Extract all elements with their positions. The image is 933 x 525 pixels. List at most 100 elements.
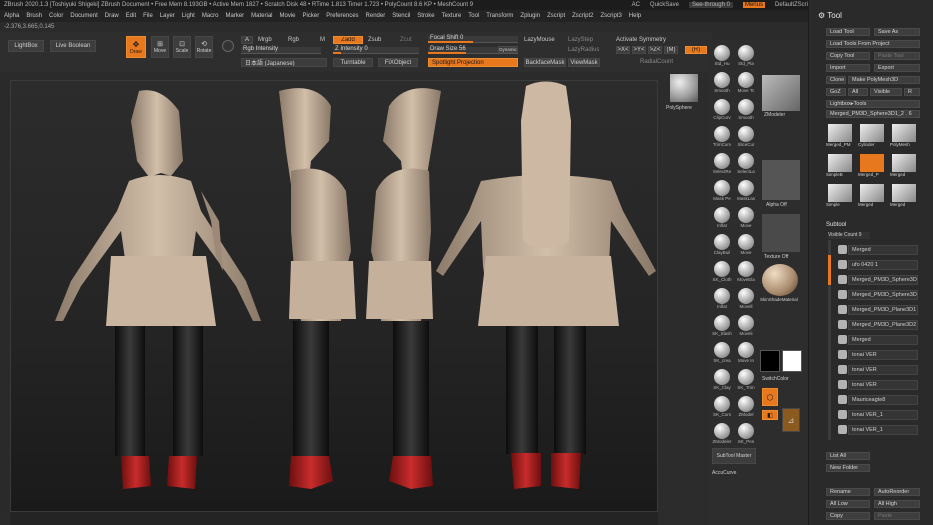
- menu-stroke[interactable]: Stroke: [417, 13, 434, 19]
- brush-slot[interactable]: Std_Hu: [712, 45, 732, 71]
- subtool-thumbnail-icon[interactable]: [838, 260, 847, 269]
- menu-macro[interactable]: Macro: [202, 13, 219, 19]
- tool-thumbnail[interactable]: PolyMesh: [890, 124, 918, 150]
- symmetry-z-toggle[interactable]: >Z<: [648, 46, 662, 54]
- brush-slot[interactable]: SliceCur: [736, 126, 756, 152]
- draw-mode-button[interactable]: ✥ Draw: [126, 36, 146, 58]
- current-tool-slider[interactable]: Merged_PM3D_Sphere3D1_2 . 6: [826, 110, 920, 118]
- tool-thumbnail[interactable]: Merged_PM: [826, 124, 854, 150]
- lazymouse-toggle[interactable]: LazyMouse: [524, 37, 555, 43]
- menu-help[interactable]: Help: [629, 13, 641, 19]
- viewmask-button[interactable]: ViewMask: [568, 58, 600, 67]
- lazyradius-slider[interactable]: LazyRadius: [568, 47, 599, 53]
- tool-thumbnail[interactable]: Merged: [890, 154, 918, 180]
- menu-alpha[interactable]: Alpha: [4, 13, 19, 19]
- m-toggle[interactable]: M: [320, 37, 325, 43]
- menu-document[interactable]: Document: [70, 13, 97, 19]
- canvas-viewport[interactable]: [10, 80, 658, 512]
- focal-shift-slider[interactable]: Focal Shift 0: [428, 35, 518, 43]
- symmetry-m-toggle[interactable]: (M): [664, 46, 678, 54]
- subtool-thumbnail-icon[interactable]: [838, 290, 847, 299]
- subtool-thumbnail-icon[interactable]: [838, 365, 847, 374]
- scale-mode-button[interactable]: ⊡ Scale: [173, 36, 191, 58]
- brush-slot[interactable]: SK_Slash: [712, 315, 732, 341]
- brush-slot[interactable]: SK_crea: [712, 342, 732, 368]
- rotate-mode-button[interactable]: ⟲ Rotate: [195, 36, 213, 58]
- menu-preferences[interactable]: Preferences: [326, 13, 358, 19]
- autoreorder-button[interactable]: AutoReorder: [874, 488, 920, 496]
- subtool-thumbnail-icon[interactable]: [838, 275, 847, 284]
- a-toggle[interactable]: A: [241, 36, 253, 44]
- brush-slot[interactable]: Mask Pe: [712, 180, 732, 206]
- quicksave-button[interactable]: QuickSave: [650, 2, 679, 8]
- menu-material[interactable]: Material: [251, 13, 272, 19]
- rgb-intensity-slider[interactable]: Rgb Intensity: [241, 46, 321, 54]
- subtool-item[interactable]: Merged_PM3D_Sphere3D4: [848, 275, 918, 285]
- copy-subtool-button[interactable]: Copy: [826, 512, 870, 520]
- menu-light[interactable]: Light: [182, 13, 195, 19]
- symmetry-y-toggle[interactable]: >Y<: [632, 46, 646, 54]
- brush-slot[interactable]: SK_Clay: [712, 369, 732, 395]
- menu-layer[interactable]: Layer: [160, 13, 175, 19]
- symmetry-x-toggle[interactable]: >X<: [616, 46, 630, 54]
- goz-all-button[interactable]: All: [848, 88, 868, 96]
- clone-button[interactable]: Clone: [826, 76, 846, 84]
- brush-slot[interactable]: ZModel: [736, 396, 756, 422]
- subtool-section-header[interactable]: Subtool: [826, 222, 846, 228]
- export-button[interactable]: Export: [874, 64, 920, 72]
- zadd-button[interactable]: Zadd: [333, 36, 363, 44]
- radial-r-toggle[interactable]: (R): [685, 46, 707, 54]
- menu-picker[interactable]: Picker: [303, 13, 320, 19]
- save-as-button[interactable]: Save As: [874, 28, 920, 36]
- import-button[interactable]: Import: [826, 64, 870, 72]
- new-folder-button[interactable]: New Folder: [826, 464, 870, 472]
- subtool-item[interactable]: tonai VER: [848, 350, 918, 360]
- qcrs-button[interactable]: ◧: [762, 410, 778, 420]
- subtool-item[interactable]: tonai VER_1: [848, 425, 918, 435]
- brush-slot[interactable]: SK_Cloth: [712, 261, 732, 287]
- floor-button[interactable]: ⊿: [782, 408, 800, 432]
- zmodeler-thumbnail[interactable]: [762, 75, 800, 111]
- make-polymesh3d-button[interactable]: Make PolyMesh3D: [848, 76, 920, 84]
- rgb-toggle[interactable]: Rgb: [288, 37, 299, 43]
- paste-subtool-button[interactable]: Paste: [874, 512, 920, 520]
- menu-draw[interactable]: Draw: [105, 13, 119, 19]
- brush-slot[interactable]: SK_Curs: [712, 396, 732, 422]
- menu-brush[interactable]: Brush: [26, 13, 42, 19]
- subtool-item[interactable]: Merged_PM3D_Sphere3D1: [848, 290, 918, 300]
- subtool-scrollbar-thumb[interactable]: [828, 255, 831, 285]
- brush-slot[interactable]: Smooth: [712, 72, 732, 98]
- move-mode-button[interactable]: ⊞ Move: [151, 36, 169, 58]
- lightbox-tools-button[interactable]: Lightbox▸Tools: [826, 100, 920, 108]
- backface-mask-button[interactable]: BackfaceMask: [524, 58, 566, 67]
- brush-slot[interactable]: ClayBuil: [712, 234, 732, 260]
- brush-slot[interactable]: ClipCurv: [712, 99, 732, 125]
- brush-slot[interactable]: SelectLa: [736, 153, 756, 179]
- tool-thumbnail[interactable]: Merged_P: [858, 154, 886, 180]
- polysphere-thumbnail[interactable]: [670, 74, 698, 102]
- brush-slot[interactable]: Move: [736, 207, 756, 233]
- goz-visible-button[interactable]: Visible: [870, 88, 902, 96]
- subtool-item[interactable]: Merged_PM3D_Plane3D2: [848, 320, 918, 330]
- subtool-thumbnail-icon[interactable]: [838, 320, 847, 329]
- tool-thumbnail[interactable]: Merged: [858, 184, 886, 210]
- menu-stencil[interactable]: Stencil: [392, 13, 410, 19]
- live-boolean-button[interactable]: Live Boolean: [50, 40, 96, 52]
- menu-color[interactable]: Color: [49, 13, 63, 19]
- language-button[interactable]: 日本語 (Japanese): [241, 58, 327, 67]
- turntable-button[interactable]: Turntable: [333, 58, 373, 67]
- brush-slot[interactable]: TrimCurv: [712, 126, 732, 152]
- spotlight-projection-button[interactable]: Spotlight Projection: [428, 58, 518, 67]
- visible-count-slider[interactable]: Visible Count 9: [828, 232, 870, 239]
- subtool-item[interactable]: tonai VER_1: [848, 410, 918, 420]
- accucurve-button[interactable]: AccuCurve: [712, 470, 736, 476]
- subtool-master-button[interactable]: SubTool Master: [712, 448, 756, 464]
- seethrough-slider[interactable]: See-through 0: [688, 2, 733, 8]
- subtool-thumbnail-icon[interactable]: [838, 395, 847, 404]
- brush-slot[interactable]: Inflat: [712, 288, 732, 314]
- subtool-thumbnail-icon[interactable]: [838, 425, 847, 434]
- brush-slot[interactable]: Moveli: [736, 315, 756, 341]
- tool-thumbnail[interactable]: Cylinder: [858, 124, 886, 150]
- subtool-item[interactable]: Mauriceagte8: [848, 395, 918, 405]
- radial-count-slider[interactable]: RadialCount: [640, 59, 673, 65]
